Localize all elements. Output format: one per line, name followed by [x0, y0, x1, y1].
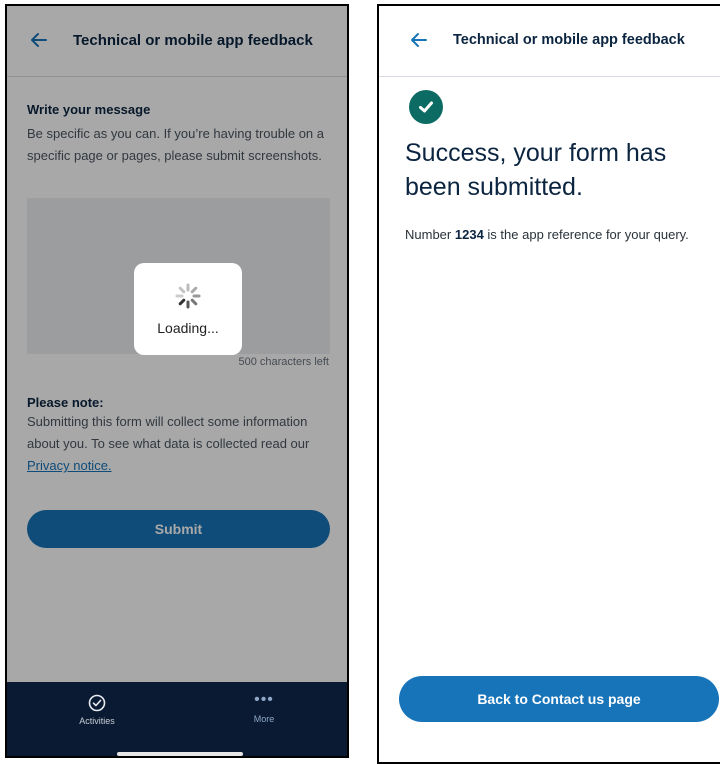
reference-suffix: is the app reference for your query. — [487, 227, 689, 242]
back-arrow-icon[interactable] — [409, 30, 429, 50]
back-to-contact-button[interactable]: Back to Contact us page — [399, 676, 719, 722]
loading-text: Loading... — [157, 320, 219, 336]
more-dots-icon: ••• — [254, 691, 274, 708]
loading-dialog: Loading... — [134, 263, 242, 355]
success-check-icon — [409, 90, 443, 124]
spinner-icon — [175, 283, 201, 309]
right-header: Technical or mobile app feedback — [379, 6, 720, 77]
tab-more[interactable]: ••• More — [229, 691, 299, 725]
check-circle-icon — [88, 694, 106, 712]
home-indicator — [117, 752, 243, 756]
success-heading: Success, your form has been submitted. — [405, 139, 667, 201]
reference-text: Number 1234 is the app reference for you… — [405, 224, 713, 246]
reference-prefix: Number — [405, 227, 452, 242]
tab-activities[interactable]: Activities — [62, 694, 132, 726]
bottom-tab-bar: Activities ••• More — [7, 682, 347, 756]
left-screen: Technical or mobile app feedback Write y… — [5, 4, 349, 758]
tab-activities-label: Activities — [79, 716, 115, 726]
right-screen: Technical or mobile app feedback Success… — [377, 4, 720, 764]
tab-more-label: More — [253, 714, 275, 724]
reference-number: 1234 — [454, 227, 484, 242]
page-title: Technical or mobile app feedback — [453, 32, 685, 48]
